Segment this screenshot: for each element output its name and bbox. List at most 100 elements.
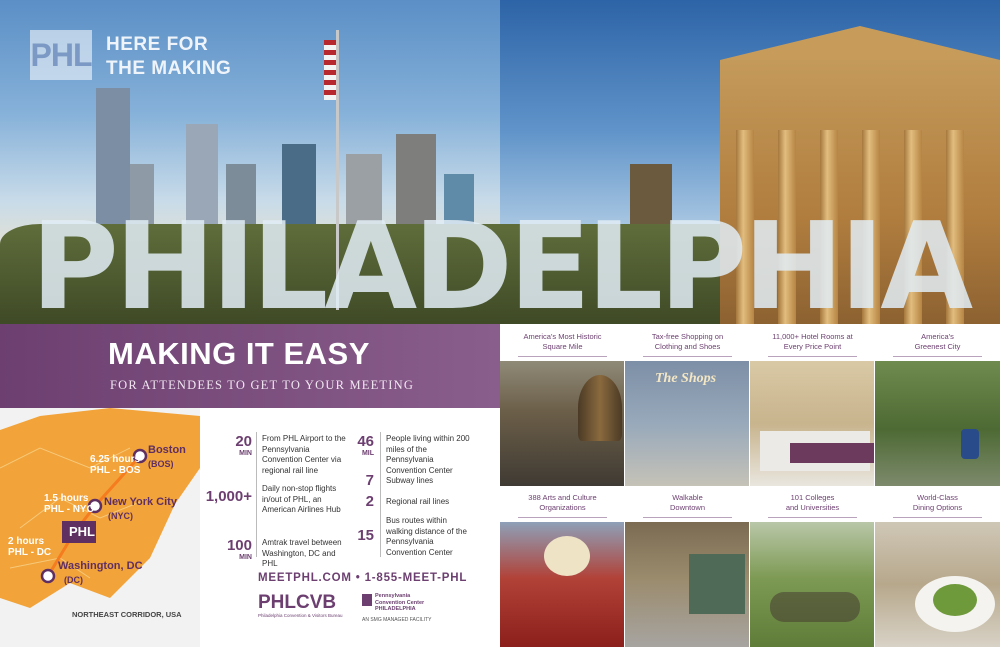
city-washington: Washington, DC xyxy=(58,560,143,572)
stat-number: 7 xyxy=(365,472,374,489)
stat-desc: Regional rail lines xyxy=(386,497,450,506)
storefront xyxy=(689,554,745,614)
stats-divider xyxy=(380,432,381,557)
route-pair: PHL - BOS xyxy=(90,465,141,476)
route-pair: PHL - NYC xyxy=(44,504,94,515)
route-time: 1.5 hours xyxy=(44,493,89,504)
stat-desc: Bus routes within walking distance of th… xyxy=(386,516,467,557)
photo-downtown-street xyxy=(625,522,749,647)
stat-unit: MIN xyxy=(239,554,252,561)
caption-line: Every Price Point xyxy=(783,341,842,351)
students xyxy=(770,592,860,622)
convention-center-logo-icon xyxy=(362,594,372,606)
caption-line: 388 Arts and Culture xyxy=(528,493,597,502)
caption-arts: 388 Arts and Culture Organizations xyxy=(500,493,625,518)
city-code-dc: (DC) xyxy=(64,575,83,585)
caption-rule xyxy=(518,517,607,518)
caption-rule xyxy=(893,356,982,357)
city-boston: Boston xyxy=(148,444,186,456)
hero-image: PHL HERE FOR THE MAKING PHILADELPHIA xyxy=(0,0,1000,324)
caption-rule xyxy=(643,517,732,518)
band-title: MAKING IT EASY xyxy=(108,336,370,371)
stat-number: 100 xyxy=(226,537,252,554)
hub-phl: PHL xyxy=(69,524,95,539)
map-caption: NORTHEAST CORRIDOR, USA xyxy=(72,610,182,619)
stat-desc: Subway lines xyxy=(386,476,434,485)
stat-bus: 15 xyxy=(340,527,374,547)
stat-number: 46 xyxy=(357,433,374,450)
caption-line: Greenest City xyxy=(914,341,961,351)
band-subtitle: FOR ATTENDEES TO GET TO YOUR MEETING xyxy=(110,378,415,392)
city-code-nyc: (NYC) xyxy=(108,511,133,521)
smg-managed-facility: AN SMG MANAGED FACILITY xyxy=(362,617,432,623)
route-label-dc: 2 hours PHL - DC xyxy=(8,536,51,558)
photo-dining xyxy=(875,522,1000,647)
photo-the-shops: The Shops xyxy=(625,361,749,486)
phlcvb-subtitle: Philadelphia Convention & Visitors Burea… xyxy=(258,613,343,618)
caption-line: World-Class xyxy=(917,493,958,502)
stat-airport: 20 MIN xyxy=(200,433,252,459)
stat-number: 15 xyxy=(357,527,374,544)
city-code-bos: (BOS) xyxy=(148,459,174,469)
philadelphia-headline: PHILADELPHIA xyxy=(30,208,973,324)
liberty-bell xyxy=(578,375,622,441)
caption-line: and Universities xyxy=(785,502,840,512)
tagline-line-2: THE MAKING xyxy=(106,58,232,79)
stat-unit: MIN xyxy=(239,450,252,457)
photo-greenest-city xyxy=(875,361,1000,486)
caption-rule xyxy=(518,356,607,357)
stat-amtrak: 100 MIN xyxy=(200,537,252,563)
caption-line: Organizations xyxy=(539,502,586,512)
caption-line: 11,000+ Hotel Rooms at xyxy=(772,332,853,341)
stat-desc: Amtrak travel between Washington, DC and… xyxy=(262,538,342,568)
making-it-easy-band: MAKING IT EASY FOR ATTENDEES TO GET TO Y… xyxy=(0,324,500,408)
pcc-line: PHILADELPHIA xyxy=(375,606,416,612)
caption-line: 101 Colleges xyxy=(790,493,835,502)
caption-walkable: Walkable Downtown xyxy=(625,493,750,518)
stat-number: 2 xyxy=(365,493,374,510)
caption-line: Clothing and Shoes xyxy=(654,341,721,351)
caption-rule xyxy=(768,517,857,518)
northeast-corridor-map: 6.25 hours PHL - BOS 1.5 hours PHL - NYC… xyxy=(0,408,200,647)
phlcvb-logo: PHLCVB xyxy=(258,592,337,613)
tagline-line-1: HERE FOR xyxy=(106,34,209,55)
caption-colleges: 101 Colleges and Universities xyxy=(750,493,875,518)
route-label-nyc: 1.5 hours PHL - NYC xyxy=(44,493,94,515)
caption-line: Walkable xyxy=(672,493,703,502)
cyclist xyxy=(961,429,979,459)
route-label-bos: 6.25 hours PHL - BOS xyxy=(90,454,140,476)
caption-line: Dining Options xyxy=(912,502,963,512)
salad xyxy=(933,584,977,616)
route-pair: PHL - DC xyxy=(8,547,52,558)
photo-campus-lawn xyxy=(750,522,874,647)
museum-pediment xyxy=(720,26,1000,60)
caption-line: America's xyxy=(921,332,954,341)
stat-unit: MIL xyxy=(361,450,374,457)
stat-rail: 2 xyxy=(340,493,374,513)
caption-shopping: Tax-free Shopping on Clothing and Shoes xyxy=(625,332,750,357)
stat-number: 1,000+ xyxy=(205,488,252,505)
caption-line: Square Mile xyxy=(542,341,583,351)
caption-line: Tax-free Shopping on xyxy=(651,332,724,341)
caption-hotels: 11,000+ Hotel Rooms at Every Price Point xyxy=(750,332,875,357)
photo-lion-dance xyxy=(500,522,624,647)
caption-line: America's Most Historic xyxy=(523,332,602,341)
hotel-throw xyxy=(790,443,874,463)
stat-flights: 1,000+ xyxy=(200,488,252,514)
caption-historic: America's Most Historic Square Mile xyxy=(500,332,625,357)
photo-liberty-bell xyxy=(500,361,624,486)
us-flag xyxy=(324,40,336,100)
stat-population: 46 MIL xyxy=(340,433,374,459)
stat-number: 20 xyxy=(235,433,252,450)
caption-dining: World-Class Dining Options xyxy=(875,493,1000,518)
stat-subway: 7 xyxy=(340,472,374,492)
route-time: 6.25 hours xyxy=(90,454,141,465)
convention-center-logo: Pennsylvania Convention Center PHILADELP… xyxy=(375,593,424,613)
caption-rule xyxy=(768,356,857,357)
stat-desc: From PHL Airport to the Pennsylvania Con… xyxy=(262,434,346,475)
lion-head xyxy=(544,536,590,576)
tagline: HERE FOR THE MAKING xyxy=(106,33,231,81)
caption-greenest: America's Greenest City xyxy=(875,332,1000,357)
contact-line[interactable]: MEETPHL.COM • 1-855-MEET-PHL xyxy=(258,572,467,584)
stat-desc: People living within 200 miles of the Pe… xyxy=(386,434,470,475)
